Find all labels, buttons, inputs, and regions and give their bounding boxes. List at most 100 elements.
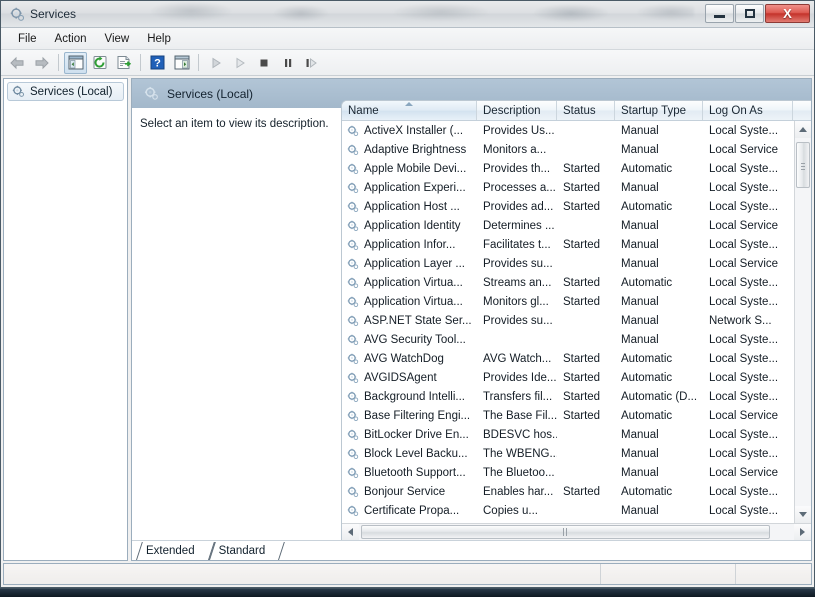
cell-startup: Manual (621, 333, 659, 346)
menu-action[interactable]: Action (46, 31, 96, 47)
triangle-left-icon (348, 528, 353, 536)
column-header-label: Name (348, 104, 379, 117)
vertical-scroll-thumb[interactable] (796, 142, 810, 188)
cell-name: Application Layer ... (342, 258, 477, 270)
scroll-down-button[interactable] (795, 506, 811, 523)
show-hide-tree-button[interactable] (64, 51, 87, 74)
column-header-description[interactable]: Description (477, 101, 557, 120)
table-row[interactable]: ActiveX Installer (... Provides Us... Manu… (342, 121, 794, 140)
window-titlebar[interactable]: Services X (1, 1, 814, 28)
horizontal-scroll-track[interactable] (359, 524, 794, 540)
cell-name: Apple Mobile Devi... (342, 163, 477, 175)
table-row[interactable]: Bonjour Service Enables har... Started Auto… (342, 482, 794, 501)
triangle-right-icon (800, 528, 805, 536)
minimize-icon (706, 5, 733, 22)
table-row[interactable]: AVGIDSAgent Provides Ide... Started Automat… (342, 368, 794, 387)
statusbar-panel-2 (601, 564, 736, 584)
table-row[interactable]: Application Identity Determines ... Manual… (342, 216, 794, 235)
menu-file[interactable]: File (9, 31, 46, 47)
cell-name: AVGIDSAgent (342, 372, 477, 384)
scroll-left-button[interactable] (342, 524, 359, 540)
services-window: Services X File Action View Help ? Servi… (0, 0, 815, 588)
cell-logon: Local Service (709, 409, 779, 422)
table-row[interactable]: Apple Mobile Devi... Provides th... Starte… (342, 159, 794, 178)
refresh-button[interactable] (88, 52, 111, 74)
cell-logon: Local Service (709, 143, 779, 156)
scroll-right-button[interactable] (794, 524, 811, 540)
scroll-up-button[interactable] (795, 121, 811, 138)
cell-startup: Manual (621, 314, 659, 327)
restart-service-button[interactable] (228, 52, 251, 74)
table-row[interactable]: BitLocker Drive En... BDESVC hos... Manual… (342, 425, 794, 444)
export-list-icon (117, 56, 131, 69)
table-row[interactable]: Background Intelli... Transfers fil... Sta… (342, 387, 794, 406)
table-row[interactable]: Application Virtua... Streams an... Starte… (342, 273, 794, 292)
table-row[interactable]: Application Virtua... Monitors gl... Start… (342, 292, 794, 311)
help-button[interactable]: ? (146, 52, 169, 74)
vertical-scroll-track[interactable] (795, 138, 811, 506)
forward-button[interactable] (30, 52, 53, 74)
back-button[interactable] (6, 52, 29, 74)
service-name-label: ActiveX Installer (... (364, 124, 464, 137)
table-row[interactable]: AVG Security Tool... Manual Local Syste... (342, 330, 794, 349)
table-row[interactable]: ASP.NET State Ser... Provides su... Manual… (342, 311, 794, 330)
horizontal-scroll-thumb[interactable] (361, 525, 770, 539)
table-row[interactable]: Base Filtering Engi... The Base Fil... Sta… (342, 406, 794, 425)
table-row[interactable]: Adaptive Brightness Monitors a... Manual Lo… (342, 140, 794, 159)
table-row[interactable]: Block Level Backu... The WBENG... Manual Lo… (342, 444, 794, 463)
cell-startup: Automatic (621, 162, 673, 175)
cell-logon: Local Syste... (709, 181, 779, 194)
close-button[interactable]: X (765, 4, 810, 23)
pause-service-button[interactable] (276, 52, 299, 74)
column-header-name[interactable]: Name (342, 101, 477, 120)
service-gear-icon (347, 391, 359, 402)
cell-description: Copies u... (483, 504, 538, 517)
toolbar: ? (1, 50, 814, 76)
cell-logon: Local Syste... (709, 200, 779, 213)
cell-description: AVG Watch... (483, 352, 552, 365)
service-gear-icon (347, 277, 359, 288)
list-rows-viewport[interactable]: ActiveX Installer (... Provides Us... Manu… (342, 121, 794, 523)
cell-description: Provides ad... (483, 200, 554, 213)
cell-startup: Automatic (621, 409, 673, 422)
svg-text:?: ? (154, 57, 161, 69)
table-row[interactable]: Application Experi... Processes a... Start… (342, 178, 794, 197)
table-row[interactable]: AVG WatchDog AVG Watch... Started Automatic… (342, 349, 794, 368)
details-pane: Services (Local) Select an item to view … (131, 78, 812, 561)
start-service-button[interactable] (204, 52, 227, 74)
maximize-button[interactable] (735, 4, 764, 23)
table-row[interactable]: Application Layer ... Provides su... Manua… (342, 254, 794, 273)
minimize-button[interactable] (705, 4, 734, 23)
table-row[interactable]: Certificate Propa... Copies u... Manual Loc… (342, 501, 794, 520)
pause-icon (284, 58, 291, 67)
column-header-startup[interactable]: Startup Type (615, 101, 703, 120)
menu-help[interactable]: Help (138, 31, 180, 47)
service-gear-icon (347, 429, 359, 440)
list-column-headers: Name Description Status Startup Type Log On … (342, 101, 811, 121)
tab-standard[interactable]: Standard (209, 542, 280, 560)
resume-service-button[interactable] (300, 52, 323, 74)
list-vertical-scrollbar[interactable] (794, 121, 811, 523)
menu-view[interactable]: View (96, 31, 139, 47)
cell-description: Provides th... (483, 162, 551, 175)
column-header-logon[interactable]: Log On As (703, 101, 793, 120)
tab-extended[interactable]: Extended (136, 542, 209, 560)
column-header-status[interactable]: Status (557, 101, 615, 120)
properties-button[interactable] (170, 52, 193, 74)
column-header-label: Startup Type (621, 104, 686, 117)
tree-item-label: Services (Local) (30, 85, 113, 98)
table-row[interactable]: Bluetooth Support... The Bluetoo... Manual… (342, 463, 794, 482)
tree-item-services-local[interactable]: Services (Local) (7, 82, 124, 101)
scroll-thumb-grip (801, 161, 805, 170)
cell-logon: Network S... (709, 314, 772, 327)
stop-service-button[interactable] (252, 52, 275, 74)
service-gear-icon (347, 505, 359, 516)
refresh-icon (93, 56, 106, 69)
cell-name: BitLocker Drive En... (342, 429, 477, 441)
list-horizontal-scrollbar[interactable] (342, 523, 811, 540)
description-text: Select an item to view its description. (140, 118, 329, 130)
table-row[interactable]: Application Host ... Provides ad... Starte… (342, 197, 794, 216)
table-row[interactable]: Application Infor... Facilitates t... Star… (342, 235, 794, 254)
cell-startup: Manual (621, 238, 659, 251)
export-list-button[interactable] (112, 52, 135, 74)
